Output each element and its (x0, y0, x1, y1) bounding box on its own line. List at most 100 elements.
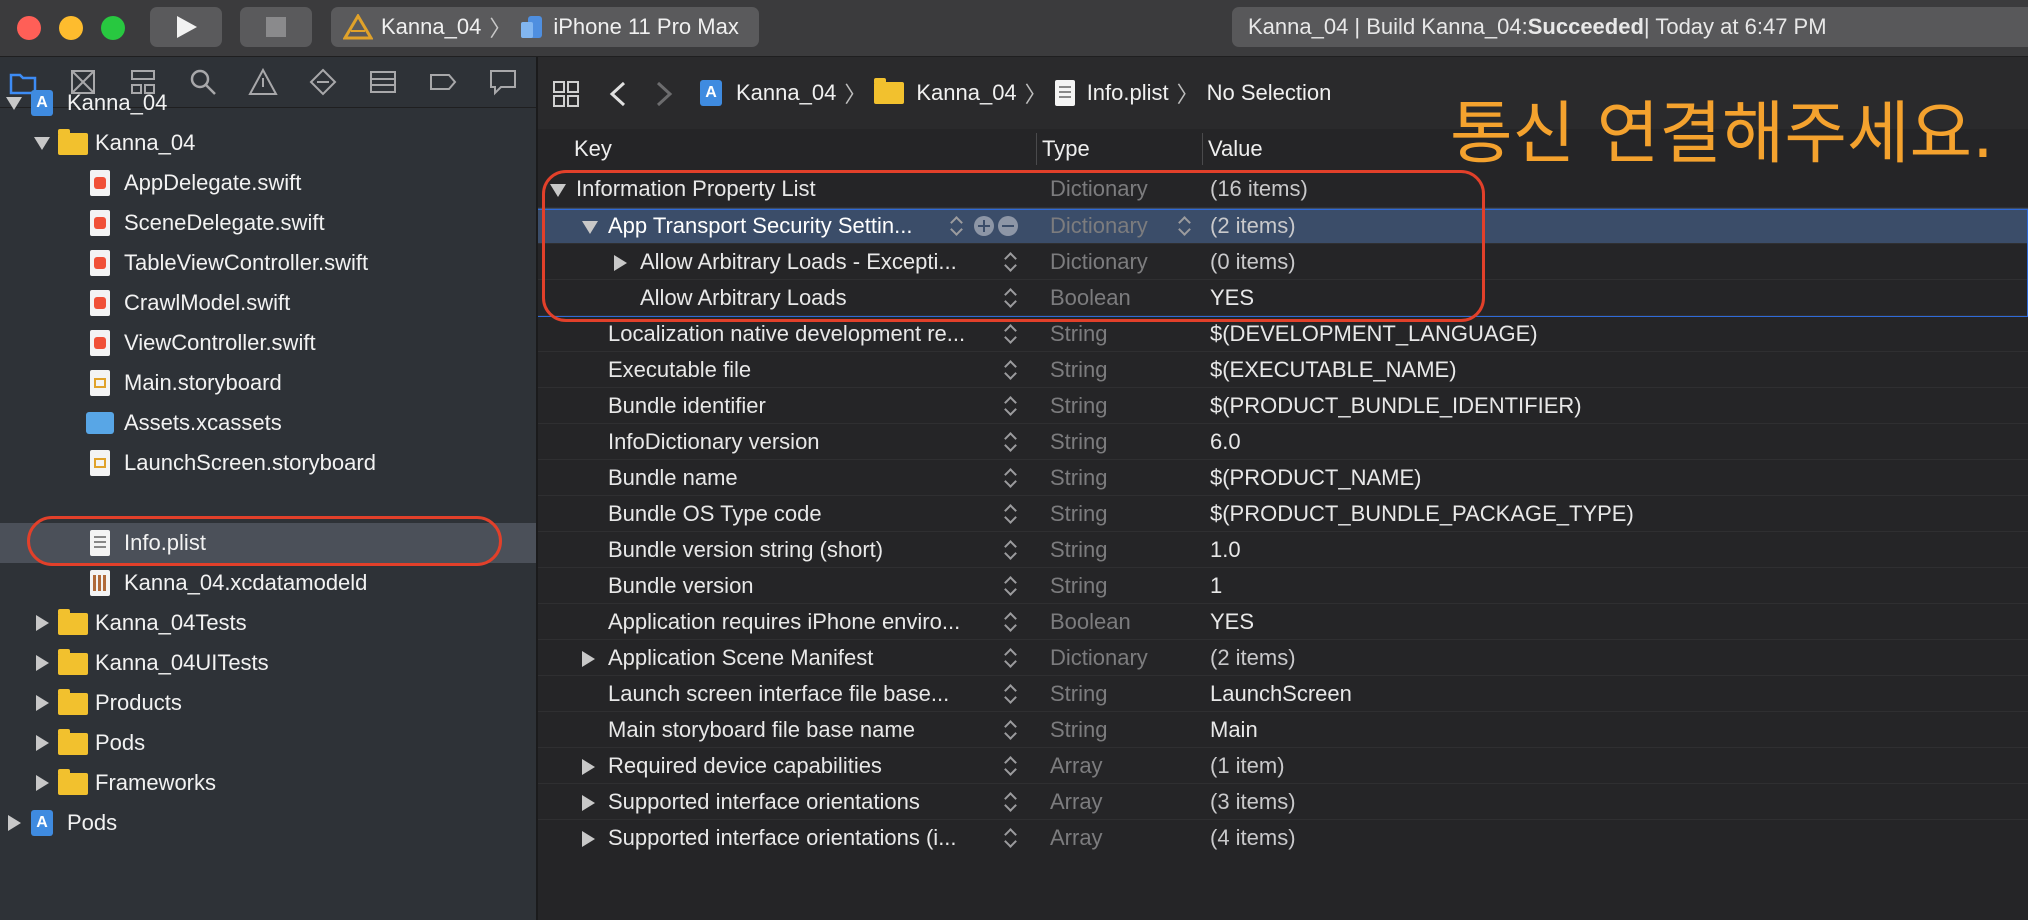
plist-key[interactable]: Supported interface orientations (608, 784, 998, 820)
disclosure-closed-icon[interactable] (8, 815, 21, 831)
plist-type[interactable]: String (1050, 496, 1107, 532)
tree-item-launchscreen[interactable]: LaunchScreen.storyboard (0, 443, 536, 483)
plist-type[interactable]: String (1050, 676, 1107, 712)
tree-item-crawlmodel[interactable]: CrawlModel.swift (0, 283, 536, 323)
disclosure-closed-icon[interactable] (36, 615, 49, 631)
tree-item-pods-group[interactable]: Pods (0, 723, 536, 763)
scheme-selector[interactable]: Kanna_04 〉 iPhone 11 Pro Max (331, 7, 759, 47)
plist-value[interactable]: $(PRODUCT_NAME) (1210, 460, 1421, 496)
plist-row[interactable]: Bundle version string (short) String 1.0 (538, 531, 2028, 568)
tree-item-assets[interactable]: Assets.xcassets (0, 403, 536, 443)
key-stepper-icon[interactable] (1004, 755, 1016, 777)
plist-value[interactable]: (4 items) (1210, 820, 1296, 856)
scheme-target[interactable]: Kanna_04 (343, 14, 481, 40)
forward-chevron-icon[interactable] (654, 81, 674, 107)
column-divider[interactable] (1202, 133, 1203, 165)
plist-row[interactable]: Application Scene Manifest Dictionary (2 i… (538, 639, 2028, 676)
key-stepper-icon[interactable] (1004, 359, 1016, 381)
disclosure-closed-icon[interactable] (582, 831, 595, 847)
plist-row[interactable]: Launch screen interface file base... Stri… (538, 675, 2028, 712)
key-stepper-icon[interactable] (1004, 431, 1016, 453)
plist-value[interactable]: (2 items) (1210, 640, 1296, 676)
disclosure-closed-icon[interactable] (36, 775, 49, 791)
run-button[interactable] (150, 7, 222, 47)
key-stepper-icon[interactable] (1004, 395, 1016, 417)
tree-item-group-kanna04[interactable]: Kanna_04 (0, 123, 536, 163)
plist-key[interactable]: Launch screen interface file base... (608, 676, 998, 712)
plist-row[interactable]: Bundle name String $(PRODUCT_NAME) (538, 459, 2028, 496)
tree-item-project-kanna04[interactable]: A Kanna_04 (0, 83, 536, 123)
plist-key[interactable]: Supported interface orientations (i... (608, 820, 998, 856)
plist-key[interactable]: Bundle name (608, 460, 998, 496)
plist-row[interactable]: Bundle identifier String $(PRODUCT_BUNDLE_… (538, 387, 2028, 424)
zoom-window-button[interactable] (101, 16, 125, 40)
close-window-button[interactable] (17, 16, 41, 40)
plist-value[interactable]: LaunchScreen (1210, 676, 1352, 712)
tree-item-viewcontroller[interactable]: ViewController.swift (0, 323, 536, 363)
tree-item-pods-project[interactable]: A Pods (0, 803, 536, 843)
disclosure-closed-icon[interactable] (36, 655, 49, 671)
key-stepper-icon[interactable] (1004, 503, 1016, 525)
key-stepper-icon[interactable] (1004, 791, 1016, 813)
column-header-key[interactable]: Key (574, 129, 612, 169)
key-stepper-icon[interactable] (1004, 719, 1016, 741)
plist-row[interactable]: InfoDictionary version String 6.0 (538, 423, 2028, 460)
breadcrumb-file[interactable]: Info.plist (1087, 80, 1169, 106)
plist-type[interactable]: Boolean (1050, 604, 1131, 640)
plist-value[interactable]: Main (1210, 712, 1258, 748)
plist-value[interactable]: $(PRODUCT_BUNDLE_PACKAGE_TYPE) (1210, 496, 1634, 532)
plist-value[interactable]: (3 items) (1210, 784, 1296, 820)
key-stepper-icon[interactable] (1004, 683, 1016, 705)
plist-type[interactable]: Array (1050, 784, 1103, 820)
plist-type[interactable]: String (1050, 352, 1107, 388)
key-stepper-icon[interactable] (1004, 827, 1016, 849)
plist-value[interactable]: $(EXECUTABLE_NAME) (1210, 352, 1457, 388)
column-header-type[interactable]: Type (1042, 129, 1090, 169)
key-stepper-icon[interactable] (1004, 611, 1016, 633)
plist-value[interactable]: $(PRODUCT_BUNDLE_IDENTIFIER) (1210, 388, 1582, 424)
minimize-window-button[interactable] (59, 16, 83, 40)
column-divider[interactable] (1036, 133, 1037, 165)
plist-type[interactable]: Array (1050, 820, 1103, 856)
plist-row[interactable]: Executable file String $(EXECUTABLE_NAME) (538, 351, 2028, 388)
plist-key[interactable]: InfoDictionary version (608, 424, 998, 460)
key-stepper-icon[interactable] (1004, 575, 1016, 597)
disclosure-open-icon[interactable] (6, 97, 22, 110)
plist-type[interactable]: String (1050, 460, 1107, 496)
tree-item-main-storyboard[interactable]: Main.storyboard (0, 363, 536, 403)
column-header-value[interactable]: Value (1208, 129, 1263, 169)
related-items-grid-icon[interactable] (553, 81, 579, 107)
plist-key[interactable]: Bundle OS Type code (608, 496, 998, 532)
plist-key[interactable]: Main storyboard file base name (608, 712, 998, 748)
key-stepper-icon[interactable] (1004, 467, 1016, 489)
scheme-device[interactable]: iPhone 11 Pro Max (519, 14, 739, 40)
breadcrumb-group[interactable]: Kanna_04 (916, 80, 1016, 106)
plist-key[interactable]: Bundle identifier (608, 388, 998, 424)
plist-value[interactable]: 1.0 (1210, 532, 1241, 568)
plist-key[interactable]: Bundle version string (short) (608, 532, 998, 568)
plist-type[interactable]: Array (1050, 748, 1103, 784)
plist-key[interactable]: Required device capabilities (608, 748, 998, 784)
tree-item-tableviewcontroller[interactable]: TableViewController.swift (0, 243, 536, 283)
disclosure-closed-icon[interactable] (582, 759, 595, 775)
plist-row[interactable]: Main storyboard file base name String Main (538, 711, 2028, 748)
stop-button[interactable] (240, 7, 312, 47)
plist-row[interactable]: Required device capabilities Array (1 item… (538, 747, 2028, 784)
tree-item-appdelegate[interactable]: AppDelegate.swift (0, 163, 536, 203)
tree-item-products[interactable]: Products (0, 683, 536, 723)
plist-row[interactable]: Bundle version String 1 (538, 567, 2028, 604)
breadcrumb-selection[interactable]: No Selection (1207, 80, 1332, 106)
disclosure-closed-icon[interactable] (36, 735, 49, 751)
plist-type[interactable]: String (1050, 388, 1107, 424)
plist-row[interactable]: Supported interface orientations (i... Ar… (538, 819, 2028, 856)
plist-type[interactable]: String (1050, 712, 1107, 748)
plist-value[interactable]: YES (1210, 604, 1254, 640)
disclosure-closed-icon[interactable] (582, 795, 595, 811)
plist-value[interactable]: 1 (1210, 568, 1222, 604)
disclosure-closed-icon[interactable] (582, 651, 595, 667)
plist-key[interactable]: Application Scene Manifest (608, 640, 998, 676)
plist-value[interactable]: 6.0 (1210, 424, 1241, 460)
tree-item-frameworks[interactable]: Frameworks (0, 763, 536, 803)
tree-item-scenedelegate[interactable]: SceneDelegate.swift (0, 203, 536, 243)
plist-type[interactable]: Dictionary (1050, 640, 1148, 676)
